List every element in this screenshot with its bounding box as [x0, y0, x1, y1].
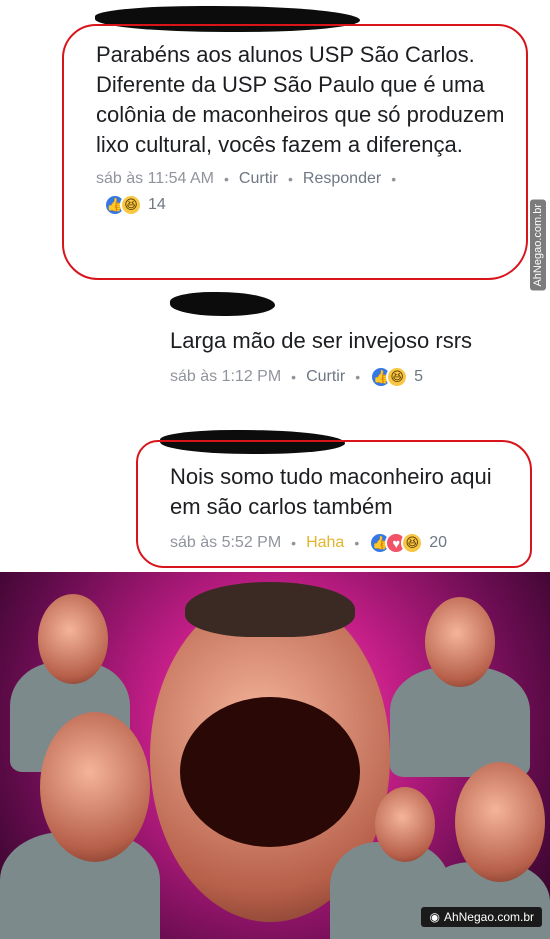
- comment-3: Nois somo tudo maconheiro aqui em são ca…: [170, 462, 510, 554]
- comment-time[interactable]: sáb às 5:52 PM: [170, 534, 281, 552]
- comment-meta: sáb às 1:12 PM • Curtir • 👍 😆 5: [170, 366, 540, 388]
- comment-time[interactable]: sáb às 11:54 AM: [96, 170, 214, 188]
- haha-icon: 😆: [401, 532, 424, 554]
- separator: •: [391, 171, 397, 187]
- like-link[interactable]: Curtir: [306, 368, 345, 386]
- comment-text: Larga mão de ser invejoso rsrs: [170, 328, 473, 353]
- comment-time[interactable]: sáb às 1:12 PM: [170, 368, 281, 386]
- reaction-count: 5: [414, 368, 423, 385]
- bottom-watermark: ◉ AhNegao.com.br: [421, 907, 542, 927]
- face: [40, 712, 150, 862]
- reply-link[interactable]: Responder: [303, 170, 381, 188]
- haha-link[interactable]: Haha: [306, 534, 344, 552]
- separator: •: [291, 535, 297, 551]
- face: [38, 594, 108, 684]
- reaction-summary[interactable]: 👍 😆 5: [370, 366, 423, 388]
- comment-text: Nois somo tudo maconheiro aqui em são ca…: [170, 464, 492, 519]
- comment-text: Parabéns aos alunos USP São Carlos. Dife…: [96, 42, 505, 157]
- face: [425, 597, 495, 687]
- redacted-name-2: [170, 292, 275, 316]
- reaction-summary[interactable]: 👍 😆 14: [104, 194, 516, 216]
- side-watermark: AhNegao.com.br: [530, 200, 546, 291]
- separator: •: [291, 369, 297, 385]
- reaction-count: 14: [148, 196, 166, 213]
- haha-icon: 😆: [386, 366, 409, 388]
- separator: •: [224, 171, 229, 187]
- comment-1: Parabéns aos alunos USP São Carlos. Dife…: [96, 40, 516, 216]
- logo-icon: ◉: [429, 910, 440, 924]
- separator: •: [288, 171, 293, 187]
- comment-2: Larga mão de ser invejoso rsrs sáb às 1:…: [170, 326, 540, 388]
- face: [375, 787, 435, 862]
- separator: •: [355, 369, 361, 385]
- comment-meta: sáb às 11:54 AM • Curtir • Responder •: [96, 170, 516, 188]
- face: [455, 762, 545, 882]
- like-link[interactable]: Curtir: [239, 170, 278, 188]
- comment-meta: sáb às 5:52 PM • Haha • 👍 ♥ 😆 20: [170, 532, 510, 554]
- watermark-text: AhNegao.com.br: [443, 910, 534, 924]
- separator: •: [354, 535, 360, 551]
- laughing-man-collage-image: ◉ AhNegao.com.br: [0, 572, 550, 939]
- central-mouth: [180, 697, 360, 847]
- reaction-count: 20: [429, 534, 448, 551]
- haha-icon: 😆: [120, 194, 142, 216]
- reaction-summary[interactable]: 👍 ♥ 😆 20: [369, 532, 447, 554]
- central-hair: [185, 582, 355, 637]
